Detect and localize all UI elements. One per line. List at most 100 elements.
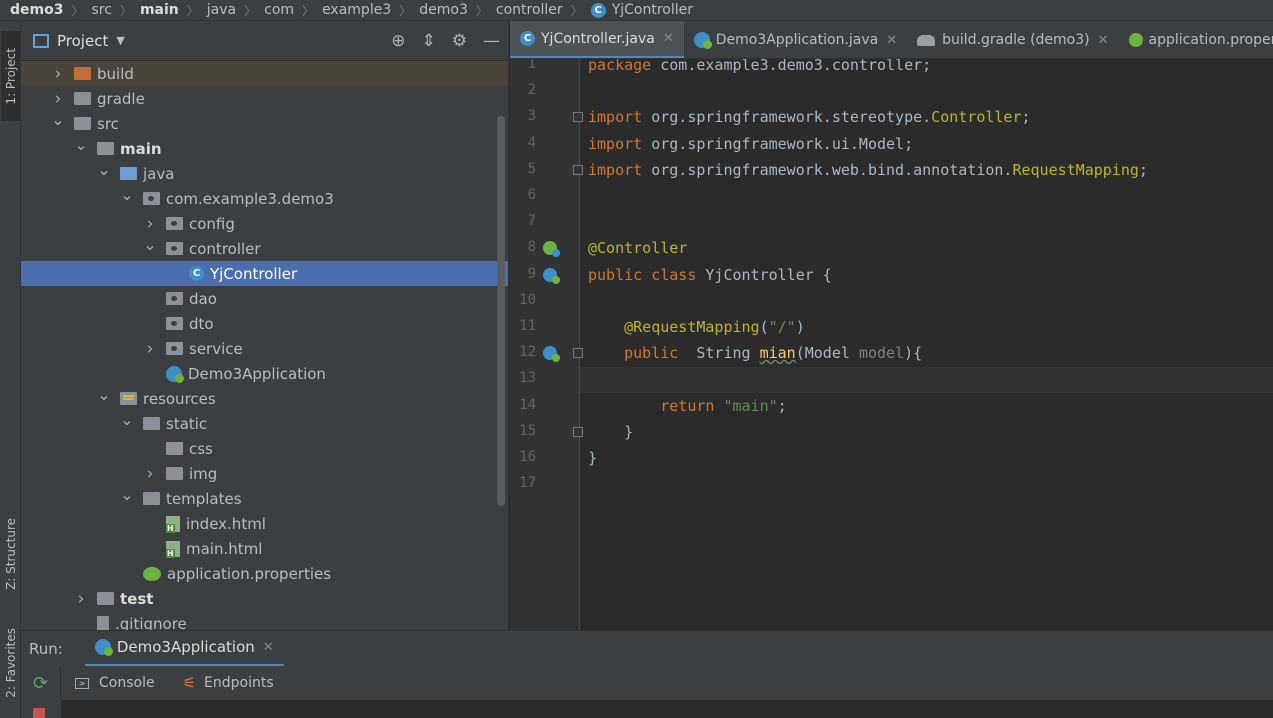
tree-item[interactable]: ›index.html: [21, 511, 508, 536]
breadcrumb-item[interactable]: example3: [322, 2, 391, 18]
chevron-right-icon[interactable]: ›: [74, 589, 88, 609]
breadcrumb-item[interactable]: com: [264, 2, 294, 18]
chevron-right-icon[interactable]: ›: [143, 339, 157, 359]
stop-button[interactable]: [33, 708, 45, 718]
gear-icon[interactable]: ⚙: [452, 31, 467, 51]
editor-tab[interactable]: build.gradle (demo3) ✕: [907, 21, 1118, 58]
breadcrumb-item[interactable]: main: [140, 2, 179, 18]
breadcrumb-item[interactable]: java: [207, 2, 236, 18]
tree-item[interactable]: › service: [21, 336, 508, 361]
tool-window-tab-project[interactable]: 1: Project: [1, 31, 20, 121]
endpoints-tab[interactable]: ⚟ Endpoints: [169, 666, 288, 700]
collapse-all-icon[interactable]: ⇕: [422, 31, 436, 51]
spring-bean-gutter-icon[interactable]: [543, 267, 560, 284]
editor-tab-label: application.propert: [1148, 32, 1273, 48]
fold-marker-icon[interactable]: [573, 164, 583, 175]
spring-bean-gutter-icon[interactable]: [543, 241, 560, 258]
chevron-down-icon[interactable]: ⌄: [51, 110, 65, 129]
chevron-down-icon[interactable]: ⌄: [74, 135, 88, 154]
tree-item[interactable]: ⌄ com.example3.demo3: [21, 185, 508, 211]
code-line[interactable]: import org.springframework.web.bind.anno…: [588, 157, 1148, 183]
breadcrumb-separator: 〉: [186, 3, 199, 18]
editor-tab[interactable]: application.propert: [1119, 21, 1273, 58]
folder-icon: [143, 417, 160, 430]
code-line[interactable]: import org.springframework.ui.Model;: [588, 131, 913, 157]
tree-item[interactable]: › build: [21, 61, 508, 86]
chevron-right-icon[interactable]: ›: [143, 214, 157, 234]
fold-marker-icon[interactable]: [573, 426, 583, 437]
tree-item[interactable]: ›main.html: [21, 536, 508, 561]
code-line[interactable]: @RequestMapping("/"): [588, 314, 805, 340]
chevron-right-icon[interactable]: ›: [143, 464, 157, 484]
breadcrumb-item[interactable]: demo3: [10, 2, 63, 18]
console-output[interactable]: [21, 700, 1273, 718]
tree-item[interactable]: ⌄ templates: [21, 485, 508, 511]
tool-window-tab-structure[interactable]: Z: Structure: [1, 499, 20, 609]
run-config-tab[interactable]: Demo3Application ✕: [84, 631, 284, 667]
tree-item[interactable]: ›Demo3Application: [21, 361, 508, 386]
hide-panel-icon[interactable]: —: [483, 31, 500, 51]
chevron-down-icon[interactable]: ▼: [116, 34, 124, 47]
breadcrumb-item[interactable]: controller: [496, 2, 563, 18]
line-number: 3: [527, 108, 536, 125]
code-line[interactable]: @Controller: [588, 235, 687, 261]
tree-item-label: img: [189, 464, 218, 483]
close-icon[interactable]: ✕: [886, 33, 897, 48]
tree-item-label: css: [189, 439, 213, 458]
chevron-down-icon[interactable]: ⌄: [97, 385, 111, 404]
tree-item[interactable]: › test: [21, 586, 508, 611]
tree-item[interactable]: ›application.properties: [21, 561, 508, 586]
fold-marker-icon[interactable]: [573, 112, 583, 123]
close-icon[interactable]: ✕: [663, 31, 674, 46]
tree-item[interactable]: ⌄ resources: [21, 385, 508, 411]
editor-tab[interactable]: C YjController.java ✕: [510, 21, 684, 58]
tree-item-label: resources: [143, 389, 216, 408]
project-tree-scrollbar[interactable]: [497, 116, 505, 506]
rerun-button[interactable]: ⟳: [21, 666, 61, 700]
editor-tab-label: Demo3Application.java: [715, 32, 879, 48]
tree-item[interactable]: ›dto: [21, 311, 508, 336]
tree-item[interactable]: ⌄ src: [21, 110, 508, 136]
fold-marker-icon[interactable]: [573, 348, 583, 359]
tree-item[interactable]: ⌄ java: [21, 160, 508, 186]
chevron-down-icon[interactable]: ⌄: [143, 235, 157, 254]
breadcrumb-item[interactable]: YjController: [612, 2, 693, 18]
tree-item[interactable]: ›dao: [21, 286, 508, 311]
chevron-down-icon[interactable]: ⌄: [97, 160, 111, 179]
tree-item[interactable]: ›css: [21, 436, 508, 461]
chevron-down-icon[interactable]: ⌄: [120, 410, 134, 429]
line-number: 14: [519, 396, 536, 413]
spring-bean-gutter-icon[interactable]: [543, 346, 560, 363]
chevron-right-icon[interactable]: ›: [51, 89, 65, 109]
code-line[interactable]: }: [588, 419, 633, 445]
console-tab[interactable]: > Console: [61, 666, 169, 700]
tree-item[interactable]: ⌄ controller: [21, 235, 508, 261]
tree-item[interactable]: ›CYjController: [21, 261, 508, 286]
project-view-selector[interactable]: Project: [57, 32, 108, 50]
chevron-down-icon[interactable]: ⌄: [120, 185, 134, 204]
code-line[interactable]: package com.example3.demo3.controller;: [588, 59, 931, 78]
code-line[interactable]: public String mian(Model model){: [588, 340, 922, 366]
code-line[interactable]: return "main";: [588, 393, 786, 419]
close-icon[interactable]: ✕: [263, 640, 274, 655]
code-line[interactable]: import org.springframework.stereotype.Co…: [588, 104, 1031, 130]
project-view-icon: [33, 33, 49, 48]
tree-item[interactable]: › gradle: [21, 86, 508, 111]
tool-window-tab-favorites[interactable]: 2: Favorites: [1, 613, 20, 713]
chevron-right-icon[interactable]: ›: [51, 64, 65, 84]
breadcrumb-item[interactable]: demo3: [419, 2, 468, 18]
html-file-icon: [166, 540, 180, 558]
tree-item[interactable]: ⌄ main: [21, 135, 508, 161]
tree-item[interactable]: › config: [21, 211, 508, 236]
tree-item[interactable]: › img: [21, 461, 508, 486]
breadcrumb-item[interactable]: src: [91, 2, 111, 18]
editor-tab[interactable]: Demo3Application.java ✕: [684, 21, 907, 58]
tree-item[interactable]: ›.gitignore: [21, 611, 508, 630]
locate-file-icon[interactable]: ⊕: [391, 31, 405, 51]
code-line[interactable]: public class YjController {: [588, 262, 832, 288]
close-icon[interactable]: ✕: [1098, 33, 1109, 48]
tree-item[interactable]: ⌄ static: [21, 410, 508, 436]
code-line[interactable]: }: [588, 445, 597, 471]
code-editor[interactable]: 1 2 3 4 5 6 7 8 9 10 11 12 13 14 15 16 17 package com.ex…: [510, 59, 1273, 630]
chevron-down-icon[interactable]: ⌄: [120, 485, 134, 504]
